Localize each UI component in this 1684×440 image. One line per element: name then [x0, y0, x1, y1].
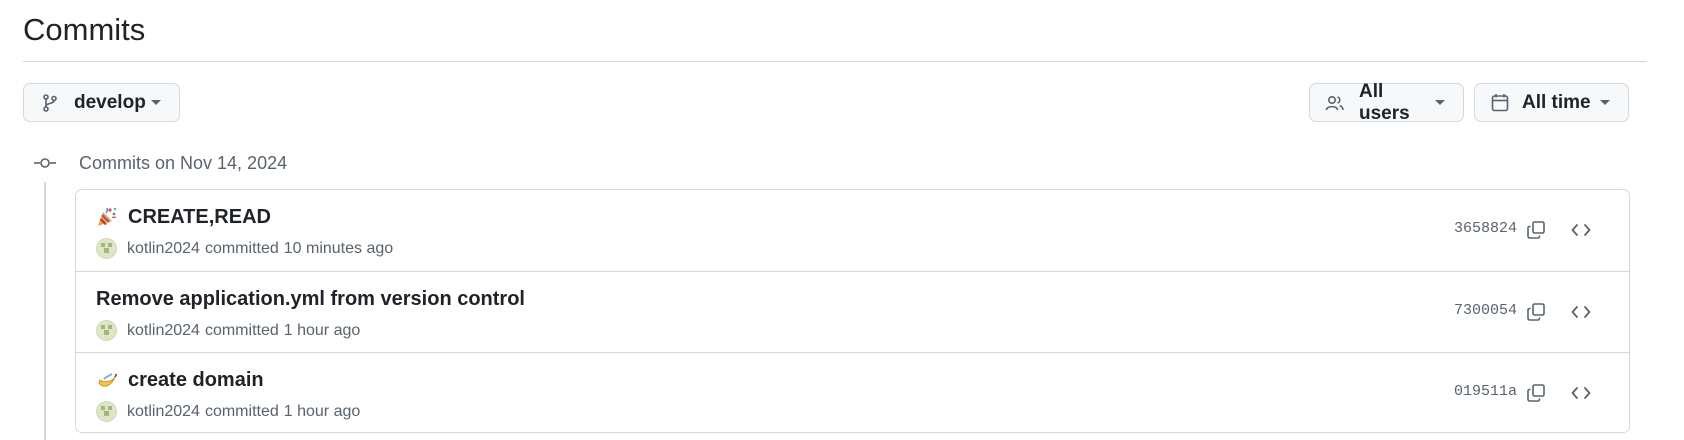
page-title: Commits [23, 12, 146, 47]
commit-verb: committed [204, 239, 279, 257]
time-filter-label: All time [1522, 91, 1591, 113]
branch-selector-button[interactable]: develop [23, 83, 180, 122]
timeline-line [44, 182, 46, 440]
code-icon [1571, 306, 1591, 318]
time-filter-button[interactable]: All time [1474, 83, 1629, 122]
commit-title: create domain [96, 367, 264, 393]
avatar[interactable] [96, 238, 117, 259]
commit-group-heading: Commits on Nov 14, 2024 [23, 150, 287, 176]
commit-message[interactable]: CREATE,READ [128, 204, 271, 230]
code-icon [1571, 224, 1591, 236]
chevron-down-icon [1600, 100, 1610, 105]
commit-message[interactable]: create domain [128, 367, 264, 393]
commit-author[interactable]: kotlin2024 [127, 403, 200, 421]
copy-icon [1527, 221, 1545, 239]
chevron-down-icon [1435, 100, 1445, 105]
copy-sha-button[interactable] [1521, 215, 1551, 245]
commit-verb: committed [204, 402, 279, 420]
commit-row: create domain kotlin2024 committed 1 hou… [76, 352, 1629, 432]
users-filter-button[interactable]: All users [1309, 80, 1464, 124]
banana-icon [96, 369, 118, 391]
code-icon [1571, 387, 1591, 399]
commit-meta: kotlin2024 committed 10 minutes ago [96, 238, 393, 259]
commit-sha[interactable]: 3658824 [1454, 220, 1517, 237]
commit-title: Remove application.yml from version cont… [96, 286, 525, 312]
copy-icon [1527, 384, 1545, 402]
avatar[interactable] [96, 401, 117, 422]
commit-verb: committed [204, 321, 279, 339]
commit-sha[interactable]: 7300054 [1454, 302, 1517, 319]
commit-row: Remove application.yml from version cont… [76, 271, 1629, 352]
commit-sha[interactable]: 019511a [1454, 383, 1517, 400]
commit-list: CREATE,READ kotlin2024 committed 10 minu… [75, 189, 1630, 433]
commit-message[interactable]: Remove application.yml from version cont… [96, 286, 525, 312]
commit-group-date: Commits on Nov 14, 2024 [79, 152, 288, 173]
commit-time: 1 hour ago [283, 402, 361, 420]
commit-author[interactable]: kotlin2024 [127, 322, 200, 340]
copy-sha-button[interactable] [1521, 378, 1551, 408]
chevron-down-icon [151, 100, 161, 105]
avatar[interactable] [96, 320, 117, 341]
git-branch-icon [40, 93, 60, 113]
commits-page: Commits develop All users All time Commi… [23, 0, 1647, 440]
commit-row: CREATE,READ kotlin2024 committed 10 minu… [76, 190, 1629, 271]
browse-repo-button[interactable] [1566, 215, 1596, 245]
commit-author[interactable]: kotlin2024 [127, 240, 200, 258]
git-commit-icon [31, 153, 59, 173]
commit-time: 10 minutes ago [283, 239, 394, 257]
commit-meta: kotlin2024 committed 1 hour ago [96, 320, 360, 341]
copy-icon [1527, 303, 1545, 321]
commit-time: 1 hour ago [283, 321, 361, 339]
title-divider [23, 61, 1647, 62]
commit-title: CREATE,READ [96, 204, 271, 230]
copy-sha-button[interactable] [1521, 297, 1551, 327]
branch-selector-label: develop [74, 91, 146, 113]
commit-meta: kotlin2024 committed 1 hour ago [96, 401, 360, 422]
browse-repo-button[interactable] [1566, 378, 1596, 408]
browse-repo-button[interactable] [1566, 297, 1596, 327]
calendar-icon [1490, 93, 1510, 113]
party-popper-icon [96, 206, 118, 228]
people-icon [1325, 93, 1345, 113]
users-filter-label: All users [1359, 80, 1410, 124]
